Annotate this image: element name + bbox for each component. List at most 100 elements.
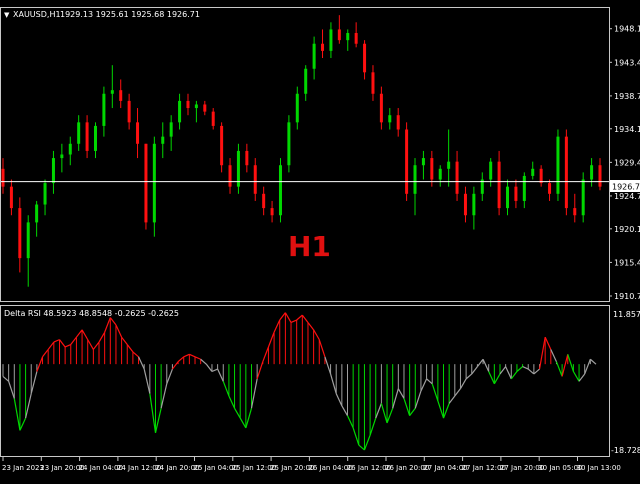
candle-body [573, 208, 577, 216]
candle-body [590, 165, 594, 180]
delta-rsi-line-segment [499, 366, 507, 375]
delta-rsi-line-segment [324, 356, 332, 375]
delta-rsi-line-segment [482, 358, 490, 372]
delta-rsi-line-segment [211, 368, 218, 373]
candle-body [564, 136, 568, 209]
delta-rsi-line-segment [567, 354, 574, 372]
candle-body [127, 100, 131, 123]
delta-rsi-line-segment [488, 371, 495, 385]
main-header-triangle[interactable]: ▼ [4, 11, 10, 19]
delta-rsi-line-segment [296, 314, 303, 321]
delta-rsi-line-segment [171, 361, 179, 370]
candle-body [85, 122, 89, 151]
candle-body [363, 43, 367, 73]
delta-rsi-line-segment [301, 314, 309, 323]
candle-body [581, 179, 585, 216]
delta-rsi-line-segment [115, 324, 123, 338]
candle-body [211, 111, 215, 126]
delta-rsi-line-segment [448, 395, 456, 404]
chart-canvas: 1926.71 1948.10 1943.40 1938.70 1934.10 1929… [0, 7, 640, 472]
time-axis-label: 23 Jan 2023 [2, 464, 44, 472]
candle-body [144, 143, 148, 223]
delta-rsi-line-segment [121, 336, 128, 345]
delta-rsi-line-segment [527, 368, 535, 375]
delta-rsi-line-segment [143, 368, 151, 394]
time-axis: 23 Jan 202323 Jan 20:0024 Jan 04:0024 Ja… [2, 457, 621, 472]
delta-rsi-line-segment [431, 383, 439, 402]
candle-body [438, 168, 442, 180]
candle-body [9, 186, 13, 209]
delta-rsi-line-segment [544, 336, 552, 350]
delta-rsi-line-segment [160, 383, 168, 409]
candle-body [1, 168, 5, 187]
delta-rsi-line-segment [109, 317, 117, 326]
candle-body [506, 186, 510, 209]
delta-rsi-line-segment [352, 427, 360, 446]
delta-rsi-line-segment [262, 346, 269, 362]
candle-body [396, 115, 400, 130]
delta-rsi-line-segment [313, 329, 320, 340]
price-axis-label: 1924.70 [614, 192, 640, 201]
candle-body [18, 208, 22, 259]
delta-rsi-line-segment [98, 331, 106, 343]
delta-rsi-line-segment [471, 366, 478, 375]
delta-rsi-line-segment [250, 378, 258, 409]
main-header-ohlc: 1929.13 1925.61 1925.68 1926.71 [60, 10, 200, 19]
delta-rsi-line-segment [217, 368, 224, 382]
candle-body [278, 165, 282, 216]
candle-body [26, 222, 30, 259]
delta-rsi-line-segment [584, 359, 591, 375]
candle-body [447, 161, 451, 169]
delta-rsi-line-segment [589, 358, 597, 365]
delta-rsi-line-segment [53, 339, 60, 343]
candle-body [295, 93, 299, 123]
delta-rsi-line-segment [8, 381, 15, 399]
delta-rsi-line-segment [70, 336, 77, 345]
price-axis-label: 1915.40 [614, 258, 640, 267]
delta-rsi-line-segment [561, 354, 569, 377]
delta-rsi-line-segment [555, 361, 563, 377]
price-axis-label: 1943.40 [614, 58, 640, 67]
price-axis-label: 1934.10 [614, 125, 640, 134]
delta-rsi-line-segment [183, 353, 190, 358]
delta-rsi-line-segment [194, 356, 201, 360]
delta-rsi-line-segment [375, 403, 382, 419]
delta-rsi-line-segment [47, 341, 55, 350]
candle-body [337, 29, 341, 41]
delta-rsi-line-segment [2, 375, 10, 382]
chart-window: 1926.71 1948.10 1943.40 1938.70 1934.10 1929… [0, 0, 640, 480]
candle-body [194, 104, 198, 109]
delta-rsi-line-segment [126, 344, 134, 353]
delta-rsi-line-segment [177, 356, 185, 363]
candle-body [388, 115, 392, 123]
candle-body [102, 93, 106, 126]
delta-rsi-line-segment [64, 343, 72, 348]
candle-body [321, 43, 325, 51]
delta-rsi-line-segment [149, 393, 157, 433]
delta-rsi-line-segment [137, 356, 145, 370]
delta-rsi-line-segment [459, 378, 467, 389]
candle-body [253, 165, 257, 194]
current-price-label: 1926.71 [612, 183, 640, 192]
delta-rsi-line-segment [420, 378, 428, 392]
candle-body [186, 100, 190, 109]
delta-rsi-line-segment [279, 312, 286, 321]
delta-rsi-line-segment [132, 351, 139, 358]
delta-rsi-line-segment [465, 373, 473, 380]
delta-rsi-line-segment [273, 319, 281, 333]
price-axis-label: 1938.70 [614, 92, 640, 101]
delta-rsi-line-segment [290, 319, 297, 324]
delta-rsi-line-segment [228, 395, 236, 409]
indicator-header: Delta RSI 48.5923 48.8548 -0.2625 -0.262… [4, 309, 179, 318]
candle-body [531, 168, 535, 176]
price-axis-label: 1910.70 [614, 292, 640, 301]
delta-rsi-line-segment [505, 366, 512, 380]
delta-rsi-line-segment [239, 417, 247, 429]
timeframe-watermark: H1 [288, 230, 331, 263]
candle-body [60, 154, 64, 159]
price-axis-label: 1920.10 [614, 225, 640, 234]
candle-body [262, 193, 266, 209]
price-axis-label: 1948.10 [614, 25, 640, 34]
delta-rsi-line-segment [92, 341, 100, 350]
candle-body [228, 165, 232, 187]
